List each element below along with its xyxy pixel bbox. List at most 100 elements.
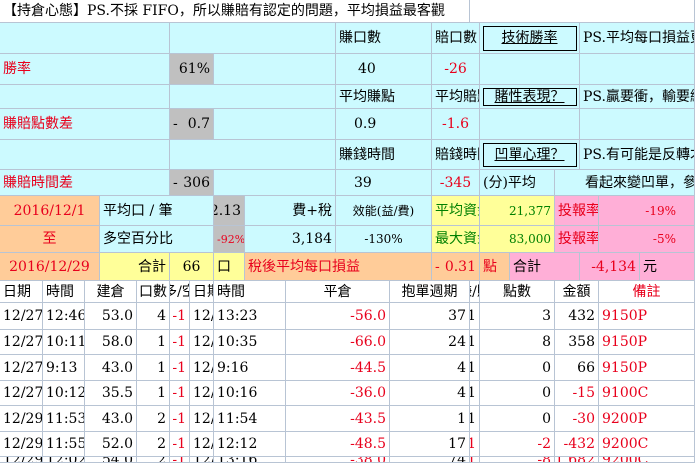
gambling-link[interactable]: 賭性表現？ bbox=[480, 85, 580, 109]
table-cell-close: -66.0 bbox=[286, 330, 390, 355]
hdr-avg-earn-pts-text: 平均賺點 bbox=[339, 88, 395, 105]
table-cell-open: 35.5 bbox=[85, 381, 137, 406]
table-cell-points: 3 bbox=[480, 303, 555, 330]
table-cell-time-text: 9:13 bbox=[46, 359, 78, 376]
table-cell-date-text: 12/29 bbox=[3, 436, 43, 452]
table-cell-hold-period-text: 24 bbox=[448, 334, 466, 350]
hdr-loss-count-text: 賠口數 bbox=[435, 30, 477, 46]
table-cell-hold-period-text: 74 bbox=[448, 457, 466, 462]
gambling-link-text[interactable]: 賭性表現？ bbox=[495, 90, 565, 104]
table-cell-amount-text: 432 bbox=[568, 308, 595, 324]
hdr-avg-loss-pts-text: 平均賠點 bbox=[435, 88, 479, 105]
avg-capital-label-text: 平均資金 bbox=[435, 202, 479, 219]
col-header-close-time: 時間 bbox=[214, 281, 286, 303]
pts-diff-number: 0.7 bbox=[187, 116, 210, 132]
concave-link[interactable]: 凹單心理？ bbox=[480, 140, 580, 170]
table-cell-lots: 2 bbox=[137, 406, 170, 432]
table-cell-close-time: 13:16 bbox=[214, 457, 286, 463]
table-cell-win-loss: 1 bbox=[470, 381, 480, 406]
table-cell-close-time-text: 13:16 bbox=[217, 457, 257, 462]
period-to: 至 bbox=[0, 226, 100, 253]
time-diff-number: 306 bbox=[183, 174, 210, 191]
concave-link-text[interactable]: 凹單心理？ bbox=[495, 148, 565, 162]
table-cell-remark-text: 9150P bbox=[602, 334, 648, 350]
table-cell-lots-text: 2 bbox=[157, 436, 166, 452]
table-cell-close-time: 12:12 bbox=[214, 432, 286, 457]
blank bbox=[0, 23, 170, 54]
table-cell-close-time-text: 13:23 bbox=[217, 308, 258, 324]
table-cell-open: 53.0 bbox=[85, 303, 137, 330]
win-rate-label: 勝率 bbox=[0, 54, 170, 85]
table-cell-close-text: -48.5 bbox=[350, 436, 386, 452]
time-diff-sign: - bbox=[173, 174, 178, 191]
period-to-text: 至 bbox=[42, 231, 57, 247]
table-cell-time-text: 11:55 bbox=[46, 436, 85, 452]
table-cell-remark-text: 9150P bbox=[602, 308, 648, 324]
total-label: 合計 bbox=[100, 253, 170, 281]
after-tax-label: 稅後平均每口損益 bbox=[245, 253, 432, 281]
table-cell-close-date: 12/27 bbox=[190, 303, 214, 330]
table-cell-remark-text: 9200C bbox=[602, 457, 648, 462]
return-label-2: 投報率 bbox=[555, 226, 599, 253]
col-header-close-text: 平倉 bbox=[323, 283, 352, 300]
table-cell-open-text: 54.0 bbox=[102, 457, 133, 462]
table-cell-time: 10:12 bbox=[43, 381, 85, 406]
table-cell-time: 11:53 bbox=[43, 406, 85, 432]
table-cell-hold-period: 37 bbox=[390, 303, 470, 330]
table-cell-close-date: 12/27 bbox=[190, 330, 214, 355]
table-cell-time: 9:13 bbox=[43, 355, 85, 381]
table-cell-date-text: 12/29 bbox=[3, 457, 42, 462]
long-short-value: -92% bbox=[214, 226, 245, 253]
col-header-remark: 備註 bbox=[599, 281, 695, 303]
table-cell-side-text: -1 bbox=[172, 436, 186, 452]
table-cell-hold-period-text: 17 bbox=[448, 436, 466, 452]
table-cell-remark-text: 9100C bbox=[602, 385, 649, 401]
table-cell-side: -1 bbox=[170, 355, 190, 381]
avg-capital-value-text: 21,377 bbox=[509, 203, 551, 218]
note-reverse-text: PS.有可能是反轉才出場 bbox=[583, 146, 694, 163]
table-cell-side: -1 bbox=[170, 406, 190, 432]
after-tax-sign: - bbox=[435, 258, 440, 275]
table-cell-win-loss-text: 1 bbox=[470, 309, 476, 323]
table-cell-close: -38.0 bbox=[286, 457, 390, 463]
table-cell-points: 8 bbox=[480, 330, 555, 355]
technical-win-rate-link-text[interactable]: 技術勝率 bbox=[502, 31, 558, 45]
table-cell-lots-text: 1 bbox=[157, 359, 166, 376]
technical-win-rate-link[interactable]: 技術勝率 bbox=[480, 23, 580, 54]
total-label-text: 合計 bbox=[138, 258, 166, 275]
col-header-points: 點數 bbox=[480, 281, 555, 303]
max-capital-value-text: 83,000 bbox=[509, 232, 551, 246]
table-cell-close-time-text: 10:35 bbox=[217, 334, 258, 350]
table-cell-amount-text: -15 bbox=[572, 385, 595, 401]
earn-time: 39 bbox=[336, 170, 432, 196]
hdr-avg-loss-pts: 平均賠點 bbox=[432, 85, 480, 109]
table-cell-close-date-text: 12/27 bbox=[193, 359, 213, 376]
blank bbox=[170, 85, 336, 109]
col-header-win-loss-text: 賺/賠 bbox=[470, 283, 479, 300]
fee-tax-label-text: 費+稅 bbox=[292, 202, 332, 219]
blank bbox=[580, 109, 695, 140]
table-cell-time: 12:02 bbox=[43, 457, 85, 463]
table-cell-amount-text: -30 bbox=[572, 410, 595, 427]
table-cell-close-text: -36.0 bbox=[350, 385, 386, 401]
title-row-blank bbox=[470, 0, 695, 23]
table-cell-close-date: 12/27 bbox=[190, 381, 214, 406]
efficiency-label-text: 效能(益/費) bbox=[352, 203, 415, 218]
note-avg-pl-text: PS.平均每口損益更重要 bbox=[583, 30, 694, 46]
table-cell-hold-period: 1 bbox=[390, 406, 470, 432]
hdr-loss-time-text: 賠錢時間 bbox=[435, 146, 479, 163]
table-cell-date-text: 12/27 bbox=[3, 308, 43, 324]
return-label-2-text: 投報率 bbox=[558, 231, 599, 247]
table-cell-remark: 9200P bbox=[599, 406, 695, 432]
table-cell-lots: 1 bbox=[137, 381, 170, 406]
col-header-amount-text: 金額 bbox=[562, 283, 591, 300]
col-header-remark-text: 備註 bbox=[632, 283, 661, 300]
loss-time: -345 bbox=[432, 170, 480, 196]
table-cell-close-time-text: 12:12 bbox=[217, 436, 258, 452]
table-cell-close: -44.5 bbox=[286, 355, 390, 381]
long-short-number: 92% bbox=[220, 232, 245, 246]
table-cell-open: 58.0 bbox=[85, 330, 137, 355]
blank bbox=[214, 109, 336, 140]
table-cell-close-date-text: 12/29 bbox=[193, 410, 213, 427]
table-cell-remark-text: 9200C bbox=[602, 436, 649, 452]
